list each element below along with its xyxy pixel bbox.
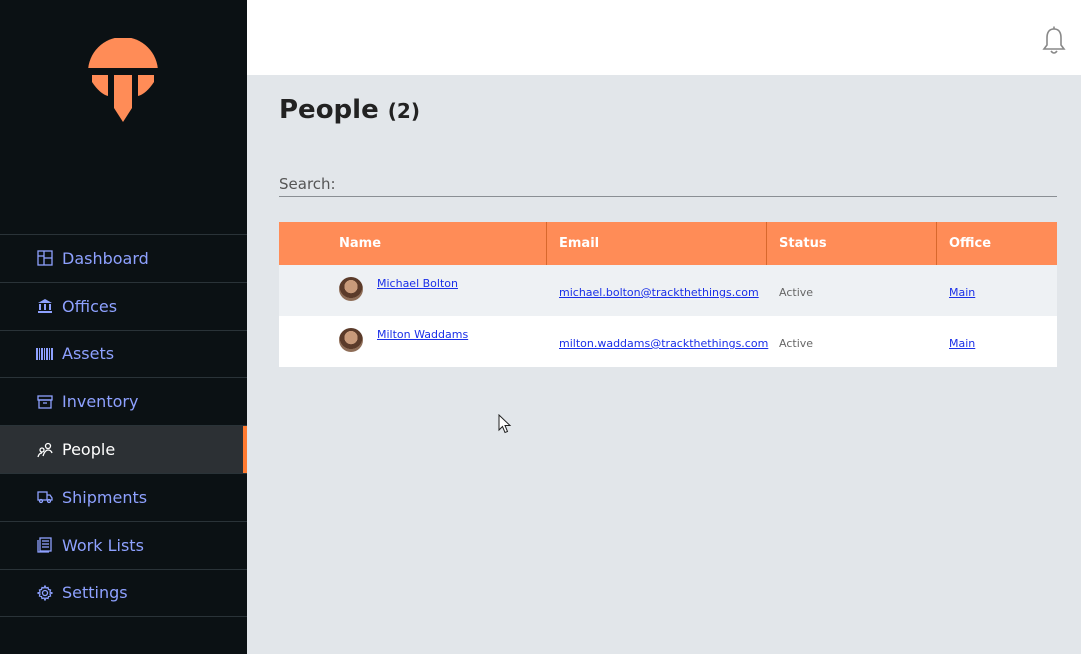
status-cell: Active: [767, 333, 937, 350]
person-name-link[interactable]: Michael Bolton: [377, 277, 458, 291]
column-header-status[interactable]: Status: [767, 222, 937, 265]
sidebar-item-inventory[interactable]: Inventory: [0, 378, 247, 427]
page-title-text: People: [279, 95, 379, 125]
gear-icon: [36, 584, 54, 602]
bell-icon[interactable]: [1041, 26, 1067, 56]
sidebar-item-settings[interactable]: Settings: [0, 570, 247, 618]
table-row: Milton Waddams milton.waddams@tracktheth…: [279, 316, 1057, 367]
barcode-icon: [36, 345, 54, 363]
column-header-email[interactable]: Email: [547, 222, 767, 265]
archive-icon: [36, 393, 54, 411]
office-link[interactable]: Main: [949, 286, 975, 299]
dashboard-icon: [36, 249, 54, 267]
sidebar-item-shipments[interactable]: Shipments: [0, 474, 247, 522]
status-text: Active: [779, 337, 814, 350]
office-cell: Main: [937, 333, 1057, 350]
bank-icon: [36, 297, 54, 315]
sidebar-item-label: Work Lists: [62, 535, 144, 555]
sidebar-item-label: Offices: [62, 296, 118, 316]
sidebar-item-label: Shipments: [62, 487, 148, 507]
email-link[interactable]: michael.bolton@trackthethings.com: [559, 286, 759, 299]
sidebar-item-people[interactable]: People: [0, 426, 247, 474]
table-row: Michael Bolton michael.bolton@tracktheth…: [279, 265, 1057, 316]
list-icon: [36, 536, 54, 554]
people-count: (2): [387, 99, 420, 123]
email-link[interactable]: milton.waddams@trackthethings.com: [559, 337, 768, 350]
sidebar-item-label: Inventory: [62, 392, 139, 412]
sidebar-item-label: Dashboard: [62, 248, 149, 268]
office-link[interactable]: Main: [949, 337, 975, 350]
search-bar: Search:: [279, 171, 1057, 197]
page-title: People (2): [279, 95, 420, 125]
sidebar-item-offices[interactable]: Offices: [0, 283, 247, 331]
top-bar: [247, 0, 1081, 75]
mouse-cursor-icon: [498, 414, 512, 434]
people-table: Name Email Status Office Michael Bolton …: [279, 222, 1057, 367]
email-cell: milton.waddams@trackthethings.com: [547, 333, 768, 350]
status-text: Active: [779, 286, 814, 299]
name-cell: Milton Waddams: [279, 316, 547, 367]
sidebar-item-work-lists[interactable]: Work Lists: [0, 522, 247, 570]
status-cell: Active: [767, 282, 937, 299]
avatar: [339, 328, 363, 352]
sidebar-item-label: Assets: [62, 344, 115, 364]
column-header-office[interactable]: Office: [937, 222, 1057, 265]
search-label: Search:: [279, 174, 336, 193]
person-name-link[interactable]: Milton Waddams: [377, 328, 468, 342]
sidebar-item-label: Settings: [62, 583, 128, 603]
name-cell: Michael Bolton: [279, 265, 547, 316]
avatar: [339, 277, 363, 301]
sidebar-item-dashboard[interactable]: Dashboard: [0, 235, 247, 283]
column-header-name[interactable]: Name: [279, 222, 547, 265]
table-header: Name Email Status Office: [279, 222, 1057, 265]
truck-icon: [36, 488, 54, 506]
people-icon: [36, 441, 54, 459]
office-cell: Main: [937, 282, 1057, 299]
sidebar: Dashboard Offices Assets Inventory Peopl…: [0, 0, 247, 654]
sidebar-nav: Dashboard Offices Assets Inventory Peopl…: [0, 234, 247, 618]
sidebar-item-assets[interactable]: Assets: [0, 331, 247, 379]
logo[interactable]: [86, 38, 160, 122]
search-input[interactable]: [341, 172, 1057, 195]
sidebar-item-label: People: [62, 440, 116, 460]
email-cell: michael.bolton@trackthethings.com: [547, 282, 767, 299]
